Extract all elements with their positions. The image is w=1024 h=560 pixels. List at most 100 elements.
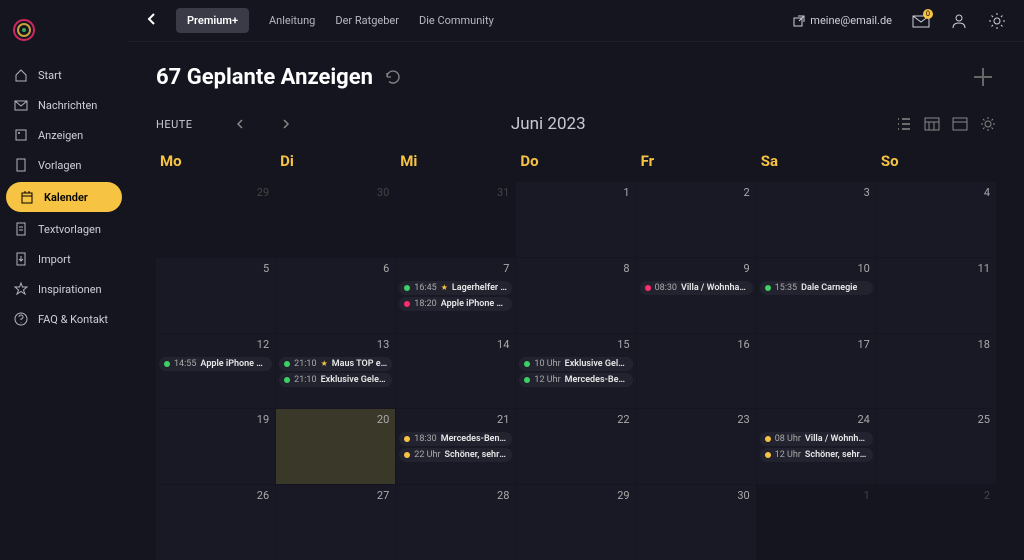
calendar-cell[interactable]: 1510 UhrExklusive Geleg12 UhrMercedes-Be…: [516, 334, 635, 409]
today-button[interactable]: HEUTE: [156, 118, 193, 131]
calendar-cell[interactable]: 30: [276, 182, 395, 257]
calendar-cell[interactable]: 30: [637, 485, 756, 560]
calendar-cell[interactable]: 16: [637, 334, 756, 409]
calendar-event[interactable]: 21:10Exklusive Gelege: [279, 373, 392, 387]
sidebar-item-label: Anzeigen: [38, 129, 83, 142]
calendar-event[interactable]: 15:35Dale Carnegie: [760, 281, 873, 295]
calendar-cell[interactable]: 7 16:45★Lagerhelfer (m 18:20Apple iPhone 1…: [396, 258, 515, 333]
nav-link-community[interactable]: Die Community: [419, 14, 494, 27]
day-header: Di: [276, 148, 395, 178]
calendar-cell[interactable]: 6: [276, 258, 395, 333]
status-dot: [765, 436, 771, 442]
sidebar-item-import[interactable]: Import: [0, 244, 128, 274]
calendar-cell[interactable]: 19: [156, 409, 275, 484]
calendar-cell[interactable]: 20: [276, 409, 395, 484]
calendar-cell[interactable]: 1015:35Dale Carnegie: [757, 258, 876, 333]
sidebar-item-faqkontakt[interactable]: FAQ & Kontakt: [0, 304, 128, 334]
calendar-cell[interactable]: 908:30Villa / Wohnhaus: [637, 258, 756, 333]
sidebar-item-inspirationen[interactable]: Inspirationen: [0, 274, 128, 304]
day-number: 30: [737, 489, 749, 502]
week-view-icon[interactable]: [952, 116, 968, 132]
back-button[interactable]: [146, 12, 156, 30]
sidebar-item-kalender[interactable]: Kalender: [6, 182, 122, 212]
account-email[interactable]: meine@email.de: [793, 14, 892, 27]
calendar-cell[interactable]: 5: [156, 258, 275, 333]
calendar-cell[interactable]: 29: [516, 485, 635, 560]
calendar-event[interactable]: 18:20Apple iPhone 11 r: [399, 297, 512, 311]
calendar-event[interactable]: 08:30Villa / Wohnhaus: [640, 281, 753, 295]
calendar-cell[interactable]: 3: [757, 182, 876, 257]
day-number: 5: [263, 262, 269, 275]
calendar-cell[interactable]: 18: [877, 334, 996, 409]
add-button[interactable]: [970, 64, 996, 90]
sidebar-item-label: Vorlagen: [38, 159, 82, 172]
calendar-cell[interactable]: 2: [877, 485, 996, 560]
status-dot: [284, 361, 290, 367]
day-number: 25: [978, 413, 990, 426]
calendar-cell[interactable]: 29: [156, 182, 275, 257]
premium-badge[interactable]: Premium+: [176, 8, 249, 33]
calendar-cell[interactable]: 17: [757, 334, 876, 409]
sidebar-item-textvorlagen[interactable]: Textvorlagen: [0, 214, 128, 244]
calendar-event[interactable]: 16:45★Lagerhelfer (m: [399, 281, 512, 295]
messages-icon[interactable]: 0: [912, 12, 930, 30]
sidebar-item-anzeigen[interactable]: Anzeigen: [0, 120, 128, 150]
status-dot: [765, 452, 771, 458]
calendar-cell[interactable]: 2118:30Mercedes-Benz S522 UhrSchöner, se…: [396, 409, 515, 484]
calendar-event[interactable]: 12 UhrMercedes-Benz: [519, 373, 632, 387]
month-view-icon[interactable]: [924, 116, 940, 132]
calendar-cell[interactable]: 31: [396, 182, 515, 257]
refresh-icon[interactable]: [385, 69, 401, 85]
calendar-cell[interactable]: 2: [637, 182, 756, 257]
calendar-cell[interactable]: 28: [396, 485, 515, 560]
event-title: Apple iPhone 11 r: [200, 359, 267, 369]
calendar-cell[interactable]: 8: [516, 258, 635, 333]
calendar-cell[interactable]: 1: [757, 485, 876, 560]
settings-icon[interactable]: [988, 12, 1006, 30]
nav-link-ratgeber[interactable]: Der Ratgeber: [335, 14, 399, 27]
calendar-cell[interactable]: 1: [516, 182, 635, 257]
calendar-cell[interactable]: 1214:55Apple iPhone 11 r: [156, 334, 275, 409]
calendar-event[interactable]: 12 UhrSchöner, sehr gen: [760, 448, 873, 462]
mail-icon: [14, 98, 28, 112]
event-title: Schöner, sehr gen: [805, 450, 868, 460]
calendar-cell[interactable]: 23: [637, 409, 756, 484]
day-header: So: [877, 148, 996, 178]
app-logo[interactable]: [12, 18, 36, 42]
sidebar-item-label: Nachrichten: [38, 99, 97, 112]
day-number: 7: [503, 262, 509, 275]
calendar-event[interactable]: 14:55 Apple iPhone 11 r: [159, 357, 272, 371]
sidebar-item-nachrichten[interactable]: Nachrichten: [0, 90, 128, 120]
sidebar: Start Nachrichten Anzeigen Vorlagen Kalender…: [0, 0, 128, 560]
event-title: Mercedes-Benz S5: [441, 434, 508, 444]
day-number: 24: [857, 413, 869, 426]
sidebar-item-label: Start: [38, 69, 62, 82]
calendar-cell[interactable]: 14: [396, 334, 515, 409]
calendar-event[interactable]: 18:30Mercedes-Benz S5: [399, 432, 512, 446]
day-number: 28: [497, 489, 509, 502]
calendar-event[interactable]: 21:10★Maus TOP erha: [279, 357, 392, 371]
calendar-cell[interactable]: 25: [877, 409, 996, 484]
view-settings-icon[interactable]: [980, 116, 996, 132]
sidebar-item-start[interactable]: Start: [0, 60, 128, 90]
nav-link-anleitung[interactable]: Anleitung: [269, 14, 315, 27]
day-number: 16: [737, 338, 749, 351]
calendar-cell[interactable]: 1321:10★Maus TOP erha21:10Exklusive Gele…: [276, 334, 395, 409]
calendar-cell[interactable]: 27: [276, 485, 395, 560]
calendar-cell[interactable]: 11: [877, 258, 996, 333]
calendar-cell[interactable]: 22: [516, 409, 635, 484]
calendar-cell[interactable]: 26: [156, 485, 275, 560]
calendar-event[interactable]: 22 UhrSchöner, sehr ger: [399, 448, 512, 462]
calendar-cell[interactable]: 24 08 UhrVilla / Wohnhaus r 12 UhrSchöner,…: [757, 409, 876, 484]
calendar-event[interactable]: 10 UhrExklusive Geleg: [519, 357, 632, 371]
sidebar-item-vorlagen[interactable]: Vorlagen: [0, 150, 128, 180]
event-time: 10 Uhr: [534, 359, 560, 369]
next-month-button[interactable]: [281, 119, 291, 129]
event-time: 14:55: [174, 359, 196, 369]
user-icon[interactable]: [950, 12, 968, 30]
list-view-icon[interactable]: [896, 116, 912, 132]
event-time: 12 Uhr: [534, 375, 560, 385]
calendar-cell[interactable]: 4: [877, 182, 996, 257]
prev-month-button[interactable]: [235, 119, 245, 129]
calendar-event[interactable]: 08 UhrVilla / Wohnhaus r: [760, 432, 873, 446]
